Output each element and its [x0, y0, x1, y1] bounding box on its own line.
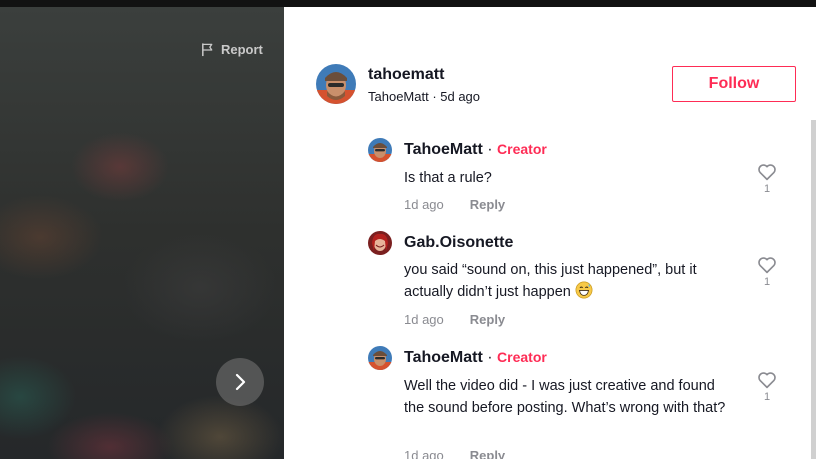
- commenter-avatar[interactable]: [368, 231, 392, 255]
- like-button[interactable]: 1: [756, 371, 778, 403]
- commenter-name[interactable]: Gab.Oisonette: [404, 234, 513, 252]
- reply-button[interactable]: Reply: [470, 312, 505, 327]
- commenter-name[interactable]: TahoeMatt · Creator: [404, 349, 547, 367]
- heart-icon: [758, 164, 776, 181]
- grinning-sweat-emoji-icon: [575, 281, 593, 299]
- comment-text: Well the video did - I was just creative…: [404, 378, 726, 416]
- commenter-avatar[interactable]: [368, 346, 392, 370]
- follow-button[interactable]: Follow: [672, 66, 796, 102]
- report-label: Report: [221, 42, 263, 57]
- comment-time: 1d ago: [404, 448, 444, 459]
- separator-dot: ·: [487, 141, 493, 158]
- commenter-name-text: TahoeMatt: [404, 349, 483, 366]
- next-video-button[interactable]: [216, 358, 264, 406]
- scrollbar-thumb[interactable]: [811, 120, 816, 459]
- separator-dot: ·: [487, 349, 493, 366]
- comment-meta: 1d ago Reply: [404, 448, 505, 459]
- like-button[interactable]: 1: [756, 163, 778, 195]
- comment-text: Is that a rule?: [404, 170, 492, 186]
- comment-time: 1d ago: [404, 312, 444, 327]
- comment-meta: 1d ago Reply: [404, 312, 505, 327]
- top-bar: [0, 0, 816, 7]
- chevron-right-icon: [235, 373, 246, 391]
- author-subline: TahoeMatt · 5d ago: [368, 89, 481, 104]
- report-button[interactable]: Report: [200, 42, 263, 57]
- heart-icon: [758, 372, 776, 389]
- commenter-name-text: TahoeMatt: [404, 141, 483, 158]
- like-count: 1: [763, 391, 771, 403]
- comment-meta: 1d ago Reply: [404, 197, 505, 212]
- like-count: 1: [763, 183, 771, 195]
- video-panel[interactable]: Report: [0, 7, 284, 459]
- commenter-avatar[interactable]: [368, 138, 392, 162]
- comment-text-body: you said “sound on, this just happened”,…: [404, 262, 697, 300]
- reply-button[interactable]: Reply: [470, 197, 505, 212]
- author-handle[interactable]: tahoematt: [368, 66, 444, 84]
- comment-text: you said “sound on, this just happened”,…: [404, 259, 734, 303]
- reply-button[interactable]: Reply: [470, 448, 505, 459]
- commenter-name-text: Gab.Oisonette: [404, 234, 514, 251]
- comment-time: 1d ago: [404, 197, 444, 212]
- author-avatar[interactable]: [316, 64, 356, 104]
- creator-badge: Creator: [497, 141, 547, 157]
- comments-scrollbar[interactable]: [811, 120, 816, 459]
- like-count: 1: [763, 276, 771, 288]
- heart-icon: [758, 257, 776, 274]
- commenter-name[interactable]: TahoeMatt · Creator: [404, 141, 547, 159]
- like-button[interactable]: 1: [756, 256, 778, 288]
- creator-badge: Creator: [497, 349, 547, 365]
- flag-icon: [202, 43, 213, 57]
